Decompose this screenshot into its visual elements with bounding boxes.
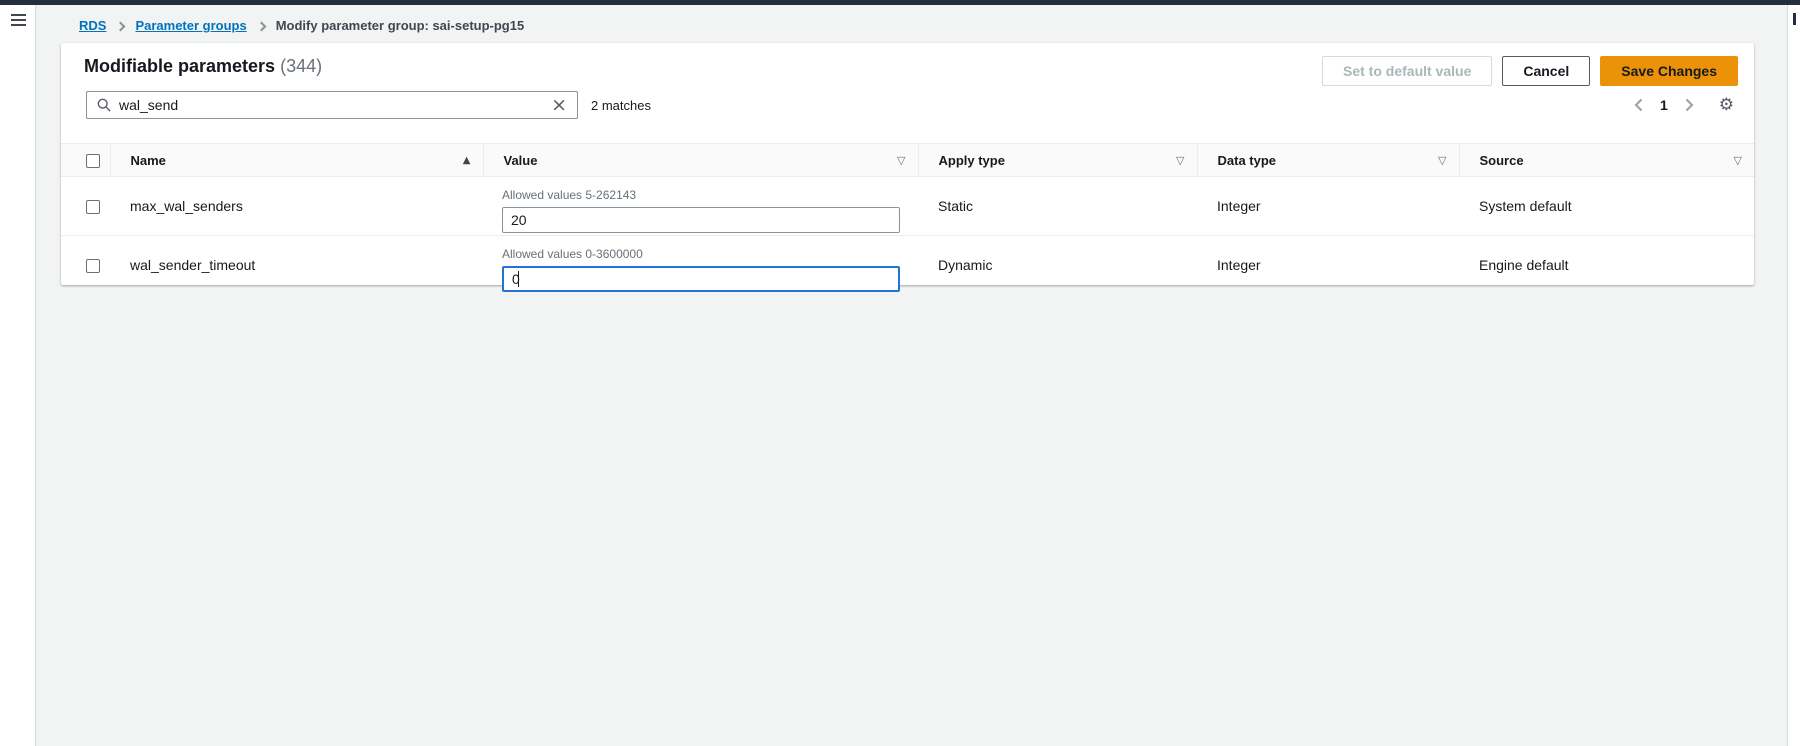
allowed-values-hint: Allowed values 0-3600000: [502, 247, 902, 261]
set-default-value-button[interactable]: Set to default value: [1322, 56, 1492, 86]
top-navigation-bar: [0, 0, 1800, 5]
parameters-table: Name ▲ Value ▽ Apply type ▽: [61, 143, 1754, 295]
sort-ascending-icon[interactable]: ▲: [463, 155, 471, 166]
param-name-cell: wal_sender_timeout: [110, 236, 483, 295]
column-header-apply-type[interactable]: Apply type ▽: [918, 144, 1197, 177]
gear-icon[interactable]: ⚙: [1719, 97, 1734, 114]
source-cell: System default: [1459, 177, 1754, 236]
cancel-button[interactable]: Cancel: [1502, 56, 1590, 86]
hamburger-bar: [11, 14, 26, 16]
page-title-count: (344): [280, 56, 322, 76]
modifiable-parameters-card: Modifiable parameters (344) Set to defau…: [61, 43, 1754, 285]
text-cursor: [518, 271, 519, 287]
data-type-cell: Integer: [1197, 236, 1459, 295]
filter-icon[interactable]: ▽: [1176, 154, 1184, 167]
param-value-cell: Allowed values 0-3600000: [483, 236, 918, 295]
chevron-right-icon: [1685, 98, 1694, 112]
chevron-right-icon: [256, 21, 266, 31]
column-header-value[interactable]: Value ▽: [483, 144, 918, 177]
search-input[interactable]: [119, 97, 551, 113]
filter-icon[interactable]: ▽: [897, 154, 905, 167]
apply-type-cell: Dynamic: [918, 236, 1197, 295]
previous-page-button[interactable]: [1634, 98, 1643, 112]
table-header-row: Name ▲ Value ▽ Apply type ▽: [61, 144, 1754, 177]
card-header: Modifiable parameters (344) Set to defau…: [61, 43, 1754, 86]
close-icon[interactable]: ×: [551, 96, 567, 115]
column-header-data-type[interactable]: Data type ▽: [1197, 144, 1459, 177]
param-value-cell: Allowed values 5-262143: [483, 177, 918, 236]
column-header-source[interactable]: Source ▽: [1459, 144, 1754, 177]
header-actions: Set to default value Cancel Save Changes: [1322, 56, 1738, 86]
filter-icon[interactable]: ▽: [1438, 154, 1446, 167]
page-title: Modifiable parameters (344): [84, 56, 322, 76]
row-checkbox[interactable]: [86, 259, 100, 273]
right-panel-edge-icon: [1793, 13, 1796, 25]
pagination: 1 ⚙: [1634, 97, 1734, 114]
next-page-button[interactable]: [1685, 98, 1694, 112]
breadcrumb: RDS Parameter groups Modify parameter gr…: [79, 18, 1787, 33]
breadcrumb-current: Modify parameter group: sai-setup-pg15: [276, 18, 524, 33]
param-name-cell: max_wal_senders: [110, 177, 483, 236]
filter-icon[interactable]: ▽: [1734, 154, 1742, 167]
source-cell: Engine default: [1459, 236, 1754, 295]
breadcrumb-link-parameter-groups[interactable]: Parameter groups: [135, 18, 246, 33]
main-content: RDS Parameter groups Modify parameter gr…: [37, 5, 1787, 746]
page-title-text: Modifiable parameters: [84, 56, 275, 76]
value-input[interactable]: [502, 207, 900, 233]
breadcrumb-link-rds[interactable]: RDS: [79, 18, 106, 33]
save-changes-button[interactable]: Save Changes: [1600, 56, 1738, 86]
search-icon: [97, 98, 111, 112]
parameter-search-box[interactable]: ×: [86, 91, 578, 119]
column-label: Value: [504, 153, 538, 168]
table-row: max_wal_senders Allowed values 5-262143 …: [61, 177, 1754, 236]
hamburger-menu-icon[interactable]: [11, 14, 26, 29]
collapsed-right-panel: [1787, 5, 1800, 746]
hamburger-bar: [11, 24, 26, 26]
page-number[interactable]: 1: [1660, 97, 1668, 113]
column-label: Source: [1480, 153, 1524, 168]
column-header-name[interactable]: Name ▲: [110, 144, 483, 177]
table-toolbar: × 2 matches 1 ⚙: [61, 86, 1754, 119]
column-label: Data type: [1218, 153, 1277, 168]
data-type-cell: Integer: [1197, 177, 1459, 236]
hamburger-bar: [11, 19, 26, 21]
match-count: 2 matches: [591, 98, 651, 113]
value-input[interactable]: [502, 266, 900, 292]
row-checkbox[interactable]: [86, 200, 100, 214]
select-all-checkbox[interactable]: [86, 154, 100, 168]
chevron-right-icon: [116, 21, 126, 31]
select-all-header: [61, 144, 110, 177]
table-row: wal_sender_timeout Allowed values 0-3600…: [61, 236, 1754, 295]
chevron-left-icon: [1634, 98, 1643, 112]
column-label: Name: [131, 153, 166, 168]
allowed-values-hint: Allowed values 5-262143: [502, 188, 902, 202]
collapsed-side-nav: [0, 5, 36, 746]
column-label: Apply type: [939, 153, 1005, 168]
apply-type-cell: Static: [918, 177, 1197, 236]
